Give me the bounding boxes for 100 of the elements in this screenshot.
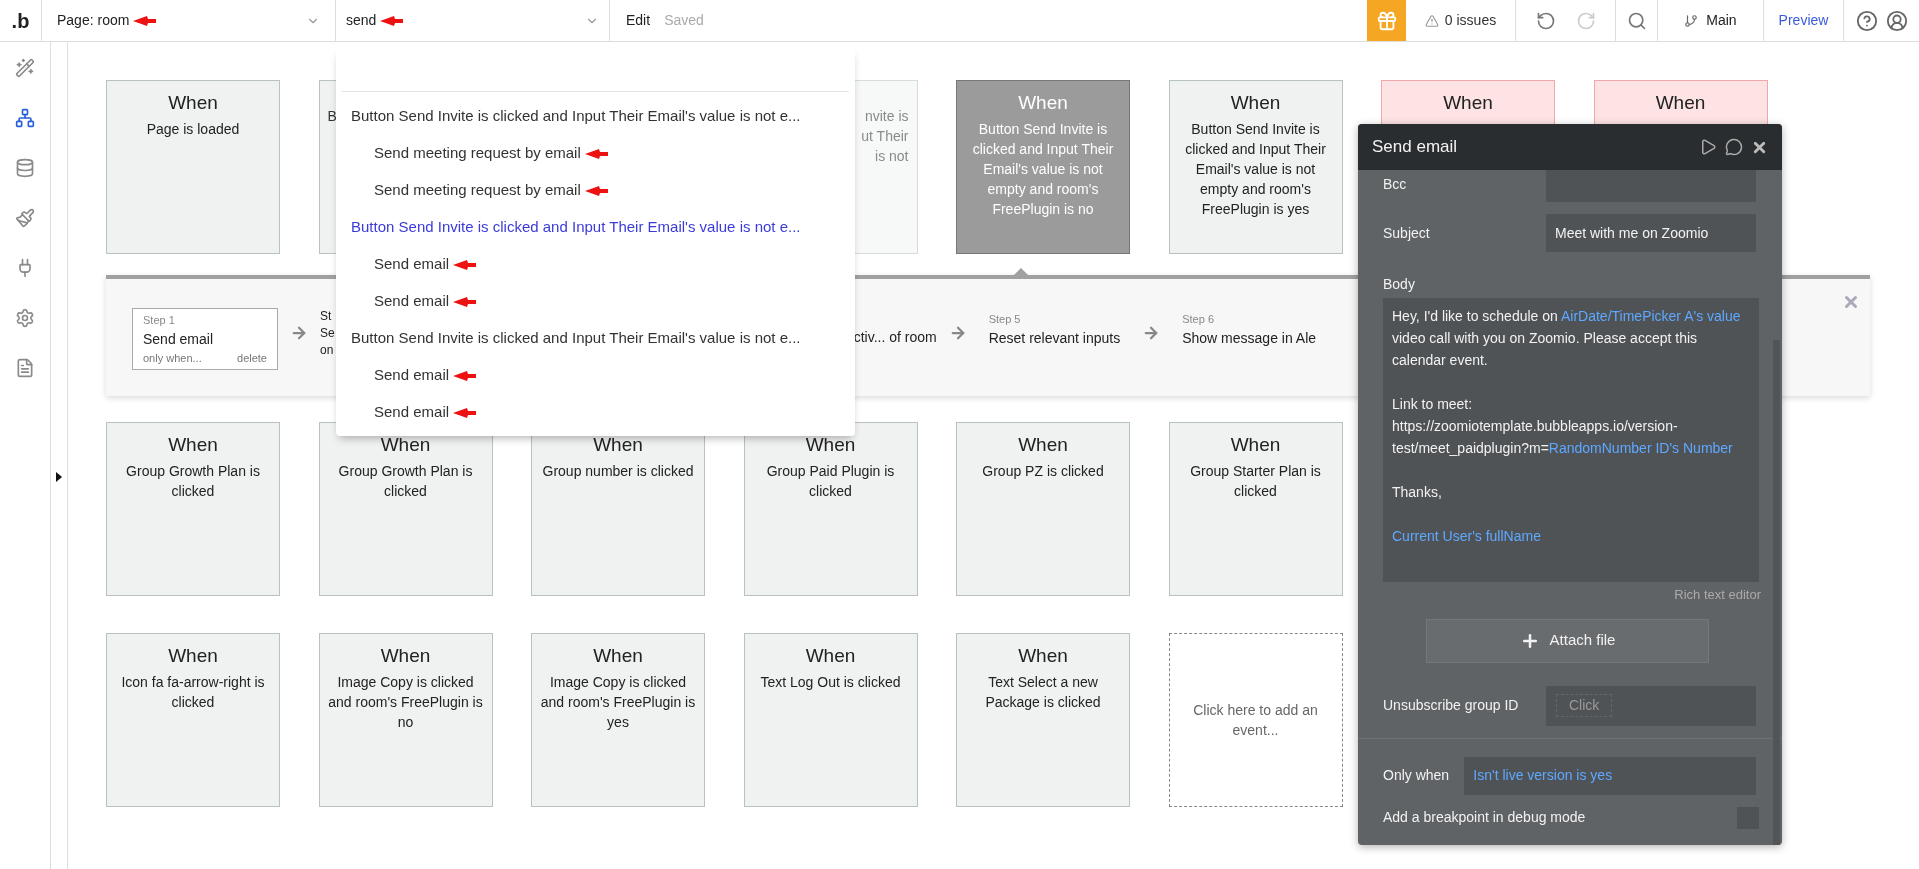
comment-icon[interactable] xyxy=(1725,138,1743,156)
workflow-tab-icon[interactable] xyxy=(15,108,35,128)
play-icon[interactable] xyxy=(1699,138,1717,156)
annotation-arrow-icon xyxy=(584,148,609,159)
event-card[interactable]: When Group Starter Plan is clicked xyxy=(1168,422,1343,596)
workflow-step[interactable]: Step 1 Send email only when... delete xyxy=(132,308,278,370)
annotation-arrow-icon xyxy=(133,15,158,26)
event-title: When xyxy=(593,433,643,457)
undo-icon[interactable] xyxy=(1535,10,1556,31)
event-text: Group PZ is clicked xyxy=(982,462,1104,481)
event-option[interactable]: Button Send Invite is clicked and Input Their Email's value is not e... xyxy=(342,209,849,246)
event-option[interactable]: Button Send Invite is clicked and Input Their Email's value is not e... xyxy=(342,320,849,357)
scrollbar[interactable] xyxy=(1773,340,1780,845)
action-option[interactable]: Send email xyxy=(374,253,450,276)
settings-tab-icon[interactable] xyxy=(15,308,35,328)
field-label: Unsubscribe group ID xyxy=(1383,696,1520,715)
event-title: When xyxy=(1018,433,1068,457)
annotation-arrow-icon xyxy=(453,370,478,381)
event-card[interactable]: When Text Select a new Package is clicked xyxy=(956,633,1130,807)
annotation-arrow-icon xyxy=(584,185,609,196)
event-title: When xyxy=(805,644,856,668)
event-title: When xyxy=(593,644,643,668)
event-text: Group number is clicked xyxy=(542,462,694,481)
event-card[interactable]: When Group Paid Plugin is clicked xyxy=(743,422,918,596)
app-logo[interactable]: .b xyxy=(11,5,30,36)
event-text: Group Paid Plugin is clicked xyxy=(765,462,896,501)
attach-file-button[interactable]: Attach file xyxy=(1426,618,1709,663)
event-option[interactable]: Button Send Invite is clicked and Input Their Email's value is not e... xyxy=(342,98,849,135)
action-option[interactable]: Send meeting request by email xyxy=(374,179,581,202)
edit-button[interactable]: Edit xyxy=(626,0,651,41)
event-text: Image Copy is clicked and room's FreePlugin is yes xyxy=(540,673,696,732)
workflow-selector[interactable]: send xyxy=(336,0,610,41)
warning-icon xyxy=(1424,13,1439,28)
annotation-arrow-icon xyxy=(453,407,478,418)
design-tab-icon[interactable] xyxy=(15,58,35,78)
action-option[interactable]: Send email xyxy=(374,401,450,424)
panel-title: Send email xyxy=(1372,136,1459,159)
add-event-card[interactable]: Click here to add an event... xyxy=(1168,633,1343,807)
step-label: Step 6 xyxy=(1182,312,1215,327)
event-text: Page is loaded xyxy=(146,120,240,139)
avatar-icon[interactable] xyxy=(1885,9,1908,32)
action-option[interactable]: Send meeting request by email xyxy=(374,142,581,165)
step-label: Step 1 xyxy=(143,313,176,328)
event-title: When xyxy=(805,433,856,457)
event-text: ut Their xyxy=(861,127,909,146)
logs-tab-icon[interactable] xyxy=(15,358,35,378)
gift-button[interactable] xyxy=(1367,0,1406,41)
help-icon[interactable] xyxy=(1855,9,1878,32)
step-label: Step 5 xyxy=(988,312,1022,327)
condition-link[interactable]: only when... xyxy=(143,349,202,366)
body-paragraph: Link to meet: https://zoomiotemplate.bubbleapps.io/version-test/meet_paidplugin?m=RandomNumber ID's Number xyxy=(1392,395,1734,458)
event-card[interactable]: When Button Send Invite is clicked and Input Their Email's value is not empty and room's FreePlugin is yes xyxy=(1168,80,1343,254)
step-text: on xyxy=(320,342,335,359)
field-label: Add a breakpoint in debug mode xyxy=(1383,808,1586,827)
event-title: When xyxy=(168,91,218,115)
field-label: Only when xyxy=(1383,766,1451,785)
workflow-step[interactable]: Step 6 Show message in Ale xyxy=(1172,308,1327,352)
body-paragraph: Thanks, xyxy=(1392,483,1443,502)
event-text: B xyxy=(327,107,337,126)
event-card[interactable]: When Image Copy is clicked and room's FreePlugin is yes xyxy=(531,633,705,807)
expand-icon[interactable] xyxy=(56,472,62,482)
text-field[interactable] xyxy=(1546,170,1756,202)
event-title: When xyxy=(1018,644,1068,668)
workflow-step[interactable]: Step 5 Reset relevant inputs xyxy=(978,308,1131,352)
page-selector[interactable]: Page: room xyxy=(42,0,336,41)
arrow-icon xyxy=(290,324,308,342)
branch-icon xyxy=(1684,13,1699,28)
event-card[interactable]: When Group Growth Plan is clicked xyxy=(318,422,493,596)
preview-link[interactable]: Preview xyxy=(1764,0,1844,41)
event-text: Group Growth Plan is clicked xyxy=(337,462,474,501)
event-title: When xyxy=(168,644,218,668)
event-card[interactable]: When Icon fa fa-arrow-right is clicked xyxy=(106,633,280,807)
text-field[interactable]: Meet with me on Zoomio xyxy=(1546,214,1756,252)
event-title: When xyxy=(1443,91,1493,115)
annotation-arrow-icon xyxy=(380,15,405,26)
event-title: When xyxy=(380,644,431,668)
event-card[interactable]: When Group Growth Plan is clicked xyxy=(106,422,280,596)
action-option[interactable]: Send email xyxy=(374,364,450,387)
branch-button[interactable]: Main xyxy=(1658,0,1764,41)
data-tab-icon[interactable] xyxy=(15,158,35,178)
action-option[interactable]: Send email xyxy=(374,290,450,313)
step-text: Se xyxy=(320,325,335,342)
step-name: Show message in Ale xyxy=(1182,328,1317,348)
event-title: When xyxy=(1230,91,1281,115)
delete-link[interactable]: delete xyxy=(237,349,267,366)
event-card[interactable]: When Text Log Out is clicked xyxy=(743,633,918,807)
annotation-arrow-icon xyxy=(453,296,478,307)
event-card[interactable]: When Group PZ is clicked xyxy=(956,422,1130,596)
rich-text-label: Rich text editor xyxy=(1674,586,1761,604)
search-icon[interactable] xyxy=(1626,10,1647,31)
issues-button[interactable]: 0 issues xyxy=(1406,0,1516,41)
event-text: is not xyxy=(875,147,909,166)
step-name: Send email xyxy=(143,329,215,349)
event-card[interactable]: When Image Copy is clicked and room's FreePlugin is no xyxy=(318,633,493,807)
styles-tab-icon[interactable] xyxy=(15,208,35,228)
event-text: Image Copy is clicked and room's FreePlugin is no xyxy=(327,673,484,732)
field-label: Subject xyxy=(1383,223,1431,243)
field-label: Body xyxy=(1383,275,1416,294)
event-text: Button Send Invite is clicked and Input Their Email's value is not empty and room's FreePlugin is no xyxy=(971,120,1115,219)
event-card[interactable]: When Page is loaded xyxy=(106,80,280,254)
